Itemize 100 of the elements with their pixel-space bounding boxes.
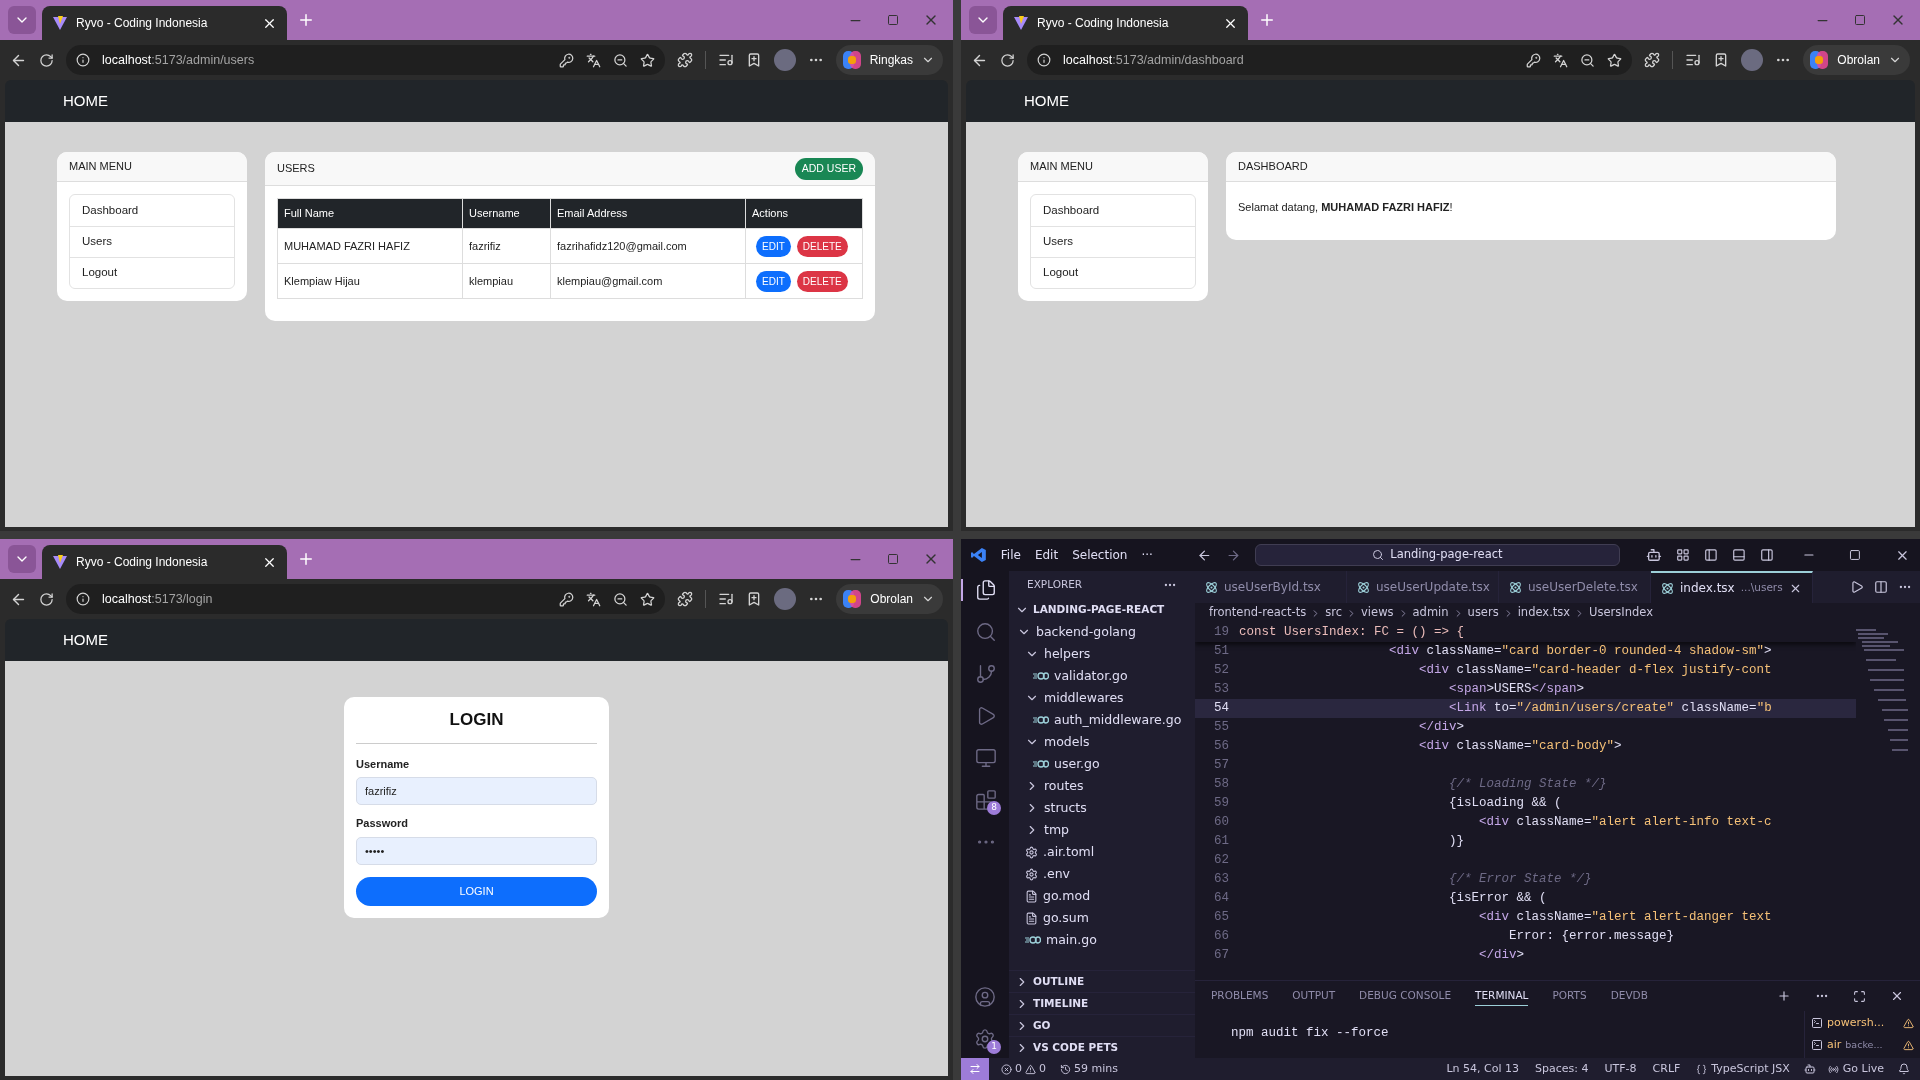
account-icon[interactable] [974, 986, 996, 1008]
menu-item[interactable]: Dashboard [70, 195, 234, 226]
menu-item[interactable]: Users [1031, 226, 1195, 257]
tab-list-button[interactable] [8, 6, 36, 34]
breadcrumb-item[interactable]: users [1467, 604, 1499, 622]
media-icon[interactable] [717, 52, 734, 68]
tab-list-button[interactable] [8, 545, 36, 573]
breadcrumb-item[interactable]: admin [1412, 604, 1449, 622]
address-bar[interactable]: localhost:5173/admin/users [66, 45, 665, 75]
edit-button[interactable]: EDIT [756, 270, 791, 292]
command-search[interactable]: Landing-page-react [1254, 544, 1621, 566]
panel-tab[interactable]: PROBLEMS [1211, 986, 1269, 1006]
extensions-icon[interactable] [677, 591, 694, 607]
new-tab-icon[interactable] [1258, 11, 1276, 29]
delete-button[interactable]: DELETE [796, 270, 848, 292]
blocks-icon[interactable] [975, 789, 997, 811]
translate-icon[interactable] [585, 52, 601, 68]
address-bar[interactable]: localhost:5173/admin/dashboard [1027, 45, 1633, 75]
menu-item[interactable]: Logout [70, 257, 234, 288]
reload-icon[interactable] [39, 591, 54, 607]
remote-button[interactable] [961, 1058, 989, 1080]
editor-tab[interactable]: index.tsx ...\users [1651, 571, 1813, 603]
source-tree-row[interactable]: validator.go [1009, 665, 1195, 687]
input-field[interactable]: ••••• [356, 836, 597, 865]
live-server-status[interactable]: Go Live [1827, 1060, 1884, 1078]
star-icon[interactable] [1607, 52, 1623, 68]
editor-tab[interactable]: useUserUpdate.tsx [1347, 571, 1499, 603]
navbar-brand[interactable]: HOME [1024, 89, 1069, 113]
reload-icon[interactable] [1000, 52, 1015, 68]
menu-item[interactable]: Edit [1034, 546, 1059, 564]
folder-tree-row[interactable]: structs [1009, 797, 1195, 819]
folder-tree-row[interactable]: models [1009, 731, 1195, 753]
menu-item[interactable]: Selection [1072, 546, 1128, 564]
terminal-item[interactable]: air backe... [1811, 1035, 1914, 1055]
breadcrumb-item[interactable]: index.tsx [1517, 604, 1571, 622]
status-item[interactable]: Ln 54, Col 13 [1446, 1060, 1520, 1078]
new-tab-icon[interactable] [297, 11, 315, 29]
maximize-icon[interactable] [1853, 989, 1866, 1003]
status-item[interactable]: CRLF [1652, 1060, 1681, 1078]
terminal-item[interactable]: powersh... [1811, 1013, 1914, 1033]
bell-icon[interactable] [1898, 1063, 1910, 1075]
new-tab-icon[interactable] [297, 550, 315, 568]
panel-toggle-icon[interactable] [1731, 548, 1746, 562]
folder-tree-row[interactable]: helpers [1009, 643, 1195, 665]
menu-item[interactable]: Logout [1031, 257, 1195, 288]
avatar-icon[interactable] [1741, 49, 1764, 71]
folder-tree-row[interactable]: middlewares [1009, 687, 1195, 709]
extensions-icon[interactable] [1644, 52, 1661, 68]
avatar-icon[interactable] [773, 49, 796, 71]
login-button[interactable]: LOGIN [356, 876, 597, 906]
assistant-button[interactable]: Ringkas [835, 45, 943, 75]
status-item[interactable]: UTF-8 [1604, 1060, 1637, 1078]
translate-icon[interactable] [1553, 52, 1569, 68]
add-user-button[interactable]: ADD USER [794, 157, 863, 180]
menu-item[interactable]: Dashboard [1031, 195, 1195, 226]
zoom-out-icon[interactable] [613, 591, 629, 607]
translate-icon[interactable] [586, 591, 602, 607]
media-icon[interactable] [1685, 52, 1702, 68]
avatar-icon[interactable] [774, 588, 797, 610]
source-tree-row[interactable]: user.go [1009, 753, 1195, 775]
folder-tree-row[interactable]: routes [1009, 775, 1195, 797]
assistant-button[interactable]: Obrolan [1803, 45, 1910, 75]
key-icon[interactable] [1526, 52, 1542, 68]
panel-tab[interactable]: PORTS [1552, 986, 1587, 1006]
tab-list-button[interactable] [969, 6, 997, 34]
status-item[interactable]: Spaces: 4 [1535, 1060, 1589, 1078]
input-field[interactable]: fazrifiz [356, 777, 597, 805]
robot-icon[interactable] [1803, 1063, 1816, 1075]
sidebar-toggle-icon[interactable] [1703, 548, 1718, 562]
secondary-sidebar-icon[interactable] [1759, 548, 1774, 562]
source-tree-row[interactable]: auth_middleware.go [1009, 709, 1195, 731]
folder-item[interactable]: LANDING-PAGE-REACT [1009, 599, 1195, 621]
breadcrumb-item[interactable]: views [1361, 604, 1394, 622]
address-bar[interactable]: localhost:5173/login [66, 584, 666, 614]
monitor-icon[interactable] [975, 747, 997, 769]
key-icon[interactable] [558, 52, 574, 68]
layout-icon[interactable] [1676, 548, 1690, 562]
source-tree-row[interactable]: .air.toml [1009, 841, 1195, 863]
navbar-brand[interactable]: HOME [63, 628, 108, 652]
browser-tab[interactable]: Ryvo - Coding Indonesia [42, 6, 287, 40]
section-header[interactable]: OUTLINE [1009, 970, 1195, 992]
media-icon[interactable] [718, 591, 735, 607]
section-header[interactable]: GO [1009, 1014, 1195, 1036]
problems-status[interactable]: 0 0 [1001, 1060, 1046, 1078]
close-icon[interactable] [1890, 989, 1904, 1003]
add-icon[interactable] [1777, 989, 1791, 1003]
source-tree-row[interactable]: go.mod [1009, 885, 1195, 907]
files-icon[interactable] [975, 579, 997, 601]
panel-tab[interactable]: DEVDB [1610, 986, 1648, 1006]
menu-item[interactable]: Users [70, 226, 234, 257]
time-status[interactable]: 59 mins [1060, 1060, 1118, 1078]
branch-icon[interactable] [975, 663, 997, 685]
breadcrumb-item[interactable]: src [1325, 604, 1343, 622]
folder-tree-row[interactable]: tmp [1009, 819, 1195, 841]
language-status[interactable]: TypeScript JSX [1696, 1060, 1790, 1078]
source-tree-row[interactable]: go.sum [1009, 907, 1195, 929]
source-tree-row[interactable]: .env [1009, 863, 1195, 885]
run-icon[interactable] [1850, 580, 1864, 594]
zoom-out-icon[interactable] [612, 52, 628, 68]
menu-item[interactable]: File [1000, 546, 1021, 564]
